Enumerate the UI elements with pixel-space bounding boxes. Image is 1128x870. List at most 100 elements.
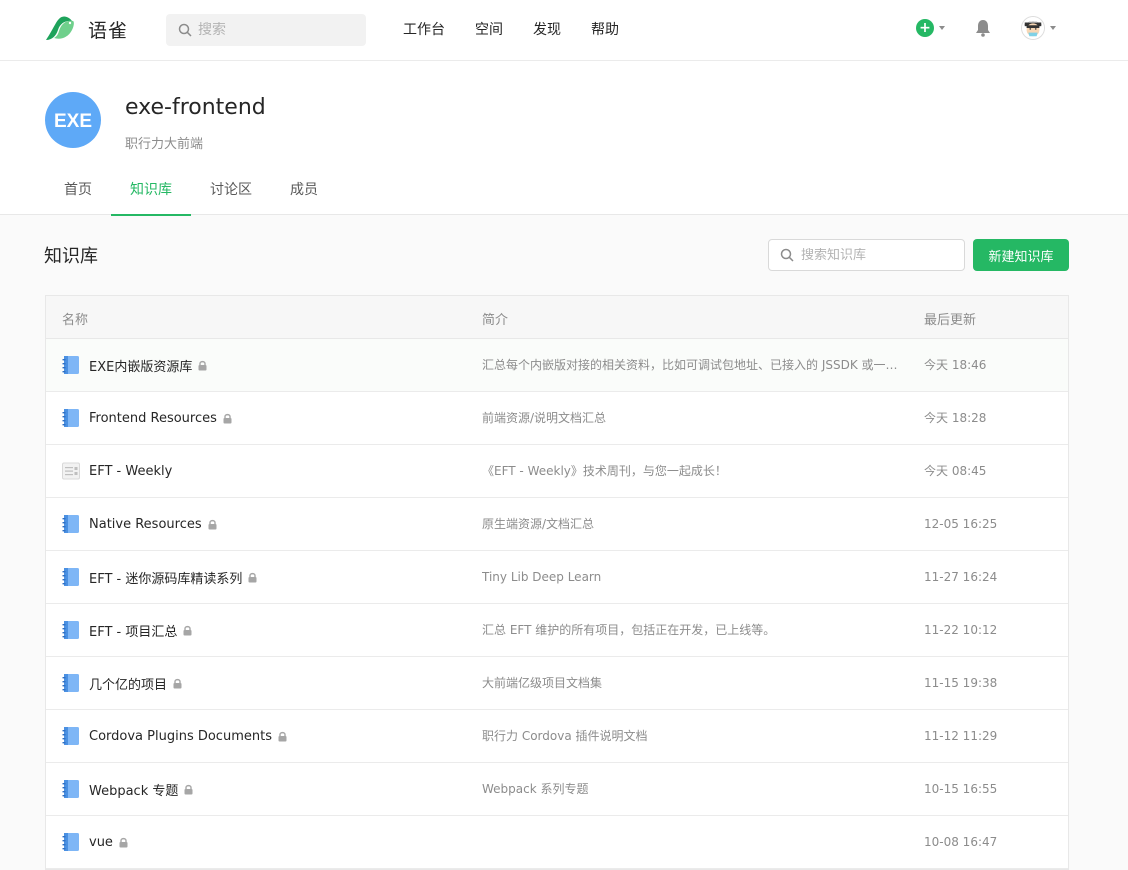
column-desc: 简介: [482, 313, 509, 328]
table-row[interactable]: EFT - 项目汇总 汇总 EFT 维护的所有项目，包括正在开发，已上线等。 11-…: [46, 604, 1068, 657]
lock-icon: [119, 837, 128, 847]
book-icon: [62, 356, 79, 374]
library-updated: 11-15 19:38: [924, 676, 998, 690]
bird-logo-icon: [46, 16, 74, 40]
column-name: 名称: [62, 313, 89, 328]
library-name[interactable]: 几个亿的项目: [89, 674, 167, 693]
library-table: 名称 简介 最后更新 EXE内嵌版资源库 汇总每个内嵌版对接的相关资料，比如可调试…: [45, 295, 1069, 870]
table-row[interactable]: EFT - 迷你源码库精读系列 Tiny Lib Deep Learn 11-27 …: [46, 551, 1068, 604]
library-name[interactable]: EFT - 迷你源码库精读系列: [89, 568, 242, 587]
lock-icon: [208, 519, 217, 529]
create-button[interactable]: +: [916, 19, 945, 37]
nav-help[interactable]: 帮助: [591, 19, 619, 39]
row-name-cell[interactable]: Webpack 专题: [62, 763, 193, 815]
library-name[interactable]: EFT - Weekly: [89, 464, 172, 479]
avatar: [1021, 16, 1045, 40]
column-icon: [62, 462, 80, 480]
plus-icon: +: [916, 19, 934, 37]
bell-icon[interactable]: [975, 19, 991, 37]
library-name[interactable]: Cordova Plugins Documents: [89, 729, 272, 744]
lock-icon: [184, 784, 193, 794]
row-name-cell[interactable]: Native Resources: [62, 498, 217, 550]
row-name-cell[interactable]: Frontend Resources: [62, 392, 232, 444]
book-icon: [62, 409, 79, 427]
exe-logo-icon: EXE: [54, 111, 92, 131]
row-name-cell[interactable]: EFT - 迷你源码库精读系列: [62, 551, 257, 603]
nav-actions: +: [916, 16, 1056, 40]
group-description: 职行力大前端: [125, 137, 204, 152]
tab-members[interactable]: 成员: [271, 171, 337, 215]
library-description: 职行力 Cordova 插件说明文档: [482, 729, 648, 743]
new-library-button[interactable]: 新建知识库: [973, 239, 1069, 271]
lock-icon: [278, 731, 287, 741]
lock-icon: [198, 360, 207, 370]
search-input[interactable]: [198, 22, 348, 38]
book-icon: [62, 515, 79, 533]
library-description: Tiny Lib Deep Learn: [482, 570, 602, 584]
library-description: [482, 816, 902, 868]
lock-icon: [248, 572, 257, 582]
table-body: EXE内嵌版资源库 汇总每个内嵌版对接的相关资料，比如可调试包地址、已接入的 JS…: [46, 339, 1068, 869]
nav-discover[interactable]: 发现: [533, 19, 561, 39]
library-search[interactable]: [768, 239, 965, 271]
library-description: 汇总 EFT 维护的所有项目，包括正在开发，已上线等。: [482, 623, 776, 637]
book-icon: [62, 727, 79, 745]
column-updated: 最后更新: [924, 313, 977, 328]
table-row[interactable]: 几个亿的项目 大前端亿级项目文档集 11-15 19:38: [46, 657, 1068, 710]
library-description: 原生端资源/文档汇总: [482, 517, 595, 531]
book-icon: [62, 674, 79, 692]
tab-discussion[interactable]: 讨论区: [191, 171, 271, 215]
tab-library[interactable]: 知识库: [111, 171, 191, 216]
library-name[interactable]: Webpack 专题: [89, 780, 178, 799]
page-title: 知识库: [44, 246, 98, 267]
library-updated: 11-22 10:12: [924, 623, 998, 637]
library-description: 《EFT - Weekly》技术周刊，与您一起成长！: [482, 464, 727, 478]
row-name-cell[interactable]: EFT - Weekly: [62, 445, 172, 497]
lock-icon: [183, 625, 192, 635]
yuque-logo[interactable]: 语雀: [44, 14, 128, 44]
table-row[interactable]: Native Resources 原生端资源/文档汇总 12-05 16:25: [46, 498, 1068, 551]
main-nav: 工作台 空间 发现 帮助: [403, 19, 649, 39]
library-description: 前端资源/说明文档汇总: [482, 411, 607, 425]
tab-home[interactable]: 首页: [45, 171, 111, 215]
book-icon: [62, 568, 79, 586]
library-name[interactable]: Frontend Resources: [89, 411, 217, 426]
nav-workbench[interactable]: 工作台: [403, 19, 445, 39]
search-icon: [178, 23, 192, 37]
table-row[interactable]: Frontend Resources 前端资源/说明文档汇总 今天 18:28: [46, 392, 1068, 445]
table-row[interactable]: vue 10-08 16:47: [46, 816, 1068, 869]
table-row[interactable]: Webpack 专题 Webpack 系列专题 10-15 16:55: [46, 763, 1068, 816]
library-name[interactable]: Native Resources: [89, 517, 202, 532]
table-row[interactable]: Cordova Plugins Documents 职行力 Cordova 插件说…: [46, 710, 1068, 763]
book-icon: [62, 780, 79, 798]
top-nav: 语雀 工作台 空间 发现 帮助 +: [0, 0, 1128, 61]
user-menu[interactable]: [1021, 16, 1056, 40]
row-name-cell[interactable]: 几个亿的项目: [62, 657, 182, 709]
library-updated: 10-08 16:47: [924, 835, 998, 849]
global-search[interactable]: [166, 14, 366, 46]
library-name[interactable]: vue: [89, 835, 113, 850]
group-logo: EXE: [45, 92, 101, 148]
row-name-cell[interactable]: EFT - 项目汇总: [62, 604, 192, 656]
lock-icon: [223, 413, 232, 423]
row-name-cell[interactable]: Cordova Plugins Documents: [62, 710, 287, 762]
library-name[interactable]: EFT - 项目汇总: [89, 621, 177, 640]
row-name-cell[interactable]: vue: [62, 816, 128, 868]
nav-space[interactable]: 空间: [475, 19, 503, 39]
chevron-down-icon: [939, 26, 945, 30]
lock-icon: [173, 678, 182, 688]
logo-text: 语雀: [88, 19, 129, 42]
library-updated: 今天 18:46: [924, 358, 987, 372]
row-name-cell[interactable]: EXE内嵌版资源库: [62, 339, 207, 391]
table-row[interactable]: EXE内嵌版资源库 汇总每个内嵌版对接的相关资料，比如可调试包地址、已接入的 JS…: [46, 339, 1068, 392]
book-icon: [62, 621, 79, 639]
group-header: EXE exe-frontend 职行力大前端 首页 知识库 讨论区 成员: [0, 61, 1128, 216]
library-updated: 10-15 16:55: [924, 782, 998, 796]
svg-text:EXE: EXE: [54, 111, 92, 131]
table-header: 名称 简介 最后更新: [46, 296, 1068, 339]
group-tabs: 首页 知识库 讨论区 成员: [45, 171, 337, 216]
table-row[interactable]: EFT - Weekly 《EFT - Weekly》技术周刊，与您一起成长！ 今天…: [46, 445, 1068, 498]
library-search-input[interactable]: [801, 247, 951, 263]
chevron-down-icon: [1050, 26, 1056, 30]
library-name[interactable]: EXE内嵌版资源库: [89, 356, 192, 375]
